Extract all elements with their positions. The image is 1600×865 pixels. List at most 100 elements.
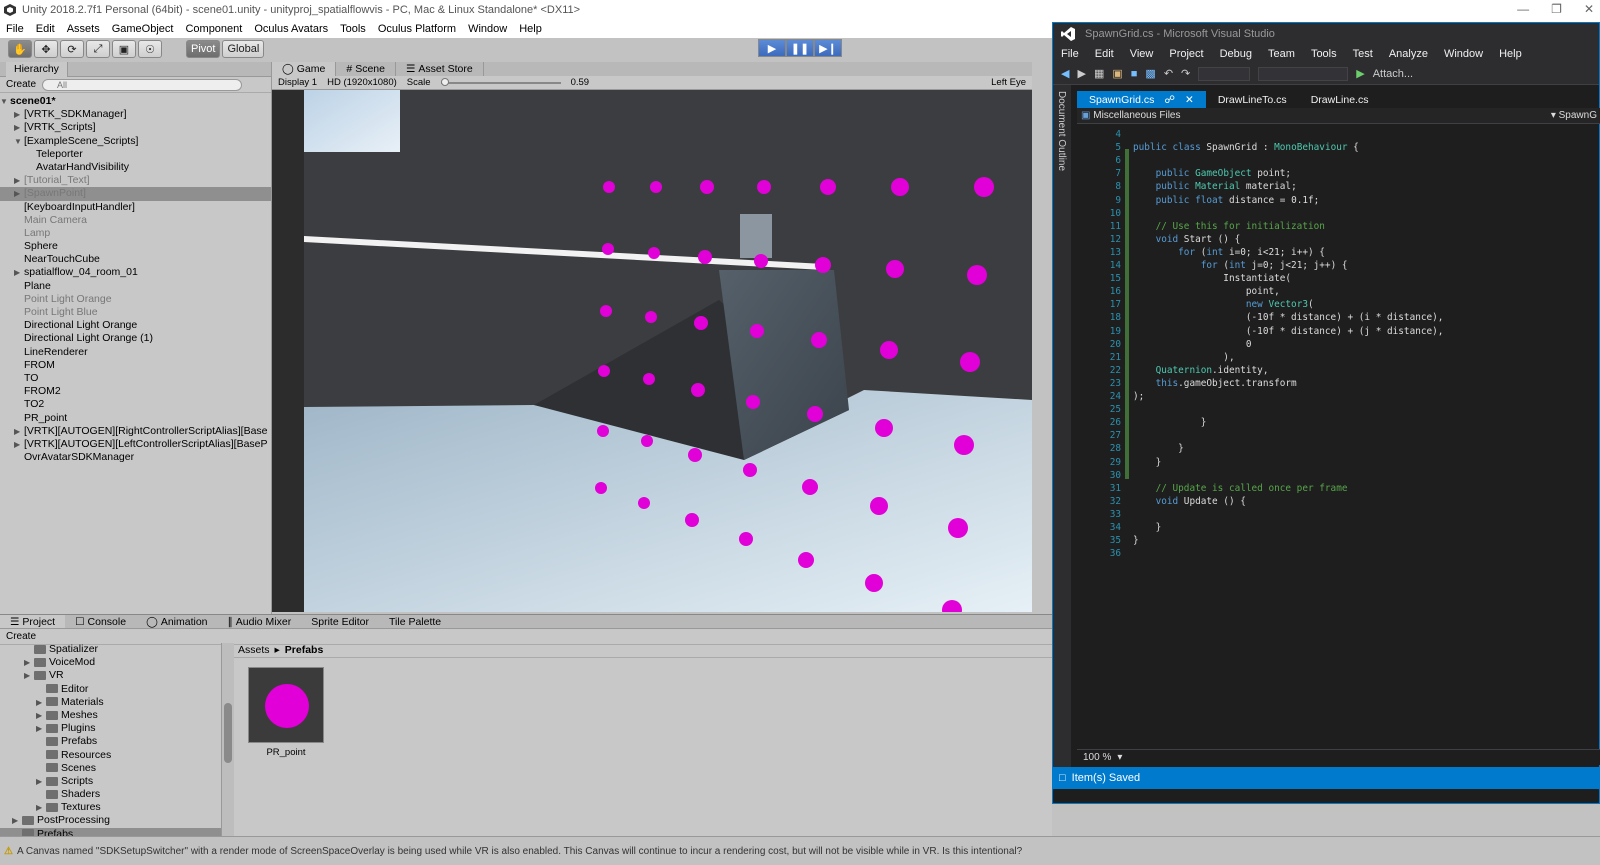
menu-window[interactable]: Window (468, 23, 507, 35)
hierarchy-item[interactable]: Lamp (0, 227, 271, 240)
tab-drawlineto[interactable]: DrawLineTo.cs (1206, 91, 1299, 108)
vs-menu-file[interactable]: File (1061, 48, 1079, 60)
folder-scroll-thumb[interactable] (224, 703, 232, 763)
folder-item[interactable]: Scenes (0, 762, 221, 775)
start-icon[interactable]: ▶ (1356, 67, 1364, 80)
hierarchy-item[interactable]: OvrAvatarSDKManager (0, 451, 271, 464)
tab-hierarchy[interactable]: Hierarchy (6, 61, 68, 77)
hand-tool-button[interactable]: ✋ (8, 40, 32, 58)
tab-scene[interactable]: # Scene (336, 62, 396, 76)
pause-button[interactable]: ❚❚ (786, 39, 814, 57)
hierarchy-item[interactable]: Directional Light Orange (0, 319, 271, 332)
vs-menu-analyze[interactable]: Analyze (1389, 48, 1428, 60)
zoom-dropdown-icon[interactable]: ▾ (1117, 752, 1122, 763)
code-editor[interactable]: 4 5 public class SpawnGrid : MonoBehaviour… (1077, 125, 1600, 755)
hierarchy-item[interactable]: NearTouchCube (0, 253, 271, 266)
folder-item[interactable]: ▶ Scripts (0, 775, 221, 788)
menu-edit[interactable]: Edit (36, 23, 55, 35)
menu-tools[interactable]: Tools (340, 23, 366, 35)
breadcrumb-assets[interactable]: Assets (238, 644, 270, 656)
project-create-button[interactable]: Create (6, 631, 36, 642)
folder-item[interactable]: Resources (0, 749, 221, 762)
play-button[interactable]: ▶ (758, 39, 786, 57)
scene-root[interactable]: ▼ scene01* (0, 95, 271, 108)
step-button[interactable]: ▶❙ (814, 39, 842, 57)
hierarchy-item[interactable]: ▼ [ExampleScene_Scripts] (0, 135, 271, 148)
save-all-icon[interactable]: ▩ (1145, 67, 1155, 80)
tab-audio-mixer[interactable]: ∥ Audio Mixer (218, 615, 302, 628)
hierarchy-item[interactable]: ▶ [SpawnPoint] (0, 187, 271, 201)
zoom-select[interactable]: 100 % (1083, 752, 1111, 763)
scale-slider[interactable] (440, 77, 561, 86)
folder-item[interactable]: Editor (0, 683, 221, 696)
expand-arrow-icon[interactable]: ▶ (24, 669, 34, 682)
member-dropdown[interactable]: ▾ SpawnG (1551, 110, 1597, 121)
pivot-toggle[interactable]: Pivot (186, 40, 221, 58)
tab-sprite-editor[interactable]: Sprite Editor (301, 615, 379, 628)
scale-slider-knob[interactable] (440, 77, 449, 86)
resolution-select[interactable]: HD (1920x1080) (327, 77, 397, 88)
hierarchy-item[interactable]: TO (0, 372, 271, 385)
vs-menu-team[interactable]: Team (1268, 48, 1295, 60)
platform-dropdown[interactable] (1258, 66, 1349, 81)
tab-animation[interactable]: ◯ Animation (136, 615, 217, 628)
hierarchy-item[interactable]: TO2 (0, 398, 271, 411)
vs-menu-help[interactable]: Help (1499, 48, 1522, 60)
expand-arrow-icon[interactable]: ▶ (14, 174, 24, 187)
hierarchy-item[interactable]: LineRenderer (0, 346, 271, 359)
scale-tool-button[interactable]: ⤢ (86, 40, 110, 58)
document-outline-bar[interactable]: Document Outline (1053, 85, 1071, 785)
folder-scrollbar[interactable] (222, 643, 234, 837)
redo-icon[interactable]: ↷ (1181, 67, 1190, 80)
hierarchy-item[interactable]: Main Camera (0, 214, 271, 227)
configuration-dropdown[interactable] (1198, 66, 1251, 81)
folder-item[interactable]: ▶ Textures (0, 801, 221, 814)
hierarchy-item[interactable]: PR_point (0, 412, 271, 425)
save-icon[interactable]: ■ (1131, 68, 1138, 80)
menu-assets[interactable]: Assets (67, 23, 100, 35)
vs-menu-window[interactable]: Window (1444, 48, 1483, 60)
display-select[interactable]: Display 1 (278, 77, 317, 88)
hierarchy-item[interactable]: Point Light Blue (0, 306, 271, 319)
folder-item[interactable]: ▶ VoiceMod (0, 656, 221, 669)
expand-arrow-icon[interactable]: ▶ (14, 108, 24, 121)
folder-item[interactable]: Prefabs (0, 735, 221, 748)
minimize-icon[interactable]: — (1517, 2, 1529, 16)
eye-select[interactable]: Left Eye (991, 77, 1026, 88)
open-folder-icon[interactable]: ▣ (1112, 67, 1122, 80)
menu-component[interactable]: Component (185, 23, 242, 35)
move-tool-button[interactable]: ✥ (34, 40, 58, 58)
folder-item[interactable]: ▶ PostProcessing (0, 814, 221, 827)
forward-icon[interactable]: ▶ (1077, 67, 1085, 80)
expand-arrow-icon[interactable]: ▶ (14, 438, 24, 451)
hierarchy-item[interactable]: FROM (0, 359, 271, 372)
tab-console[interactable]: ☐ Console (65, 615, 136, 628)
hierarchy-create-button[interactable]: Create (6, 79, 36, 90)
hierarchy-item[interactable]: Sphere (0, 240, 271, 253)
new-project-icon[interactable]: ▦ (1094, 67, 1104, 80)
hierarchy-item[interactable]: ▶ spatialflow_04_room_01 (0, 266, 271, 279)
expand-arrow-icon[interactable]: ▶ (24, 656, 34, 669)
menu-oculus-avatars[interactable]: Oculus Avatars (254, 23, 328, 35)
vs-menu-edit[interactable]: Edit (1095, 48, 1114, 60)
menu-file[interactable]: File (6, 23, 24, 35)
expand-arrow-icon[interactable]: ▶ (36, 775, 46, 788)
tab-spawngrid[interactable]: SpawnGrid.cs ☍ ✕ (1077, 91, 1206, 108)
menu-oculus-platform[interactable]: Oculus Platform (378, 23, 456, 35)
menu-help[interactable]: Help (519, 23, 542, 35)
pin-icon[interactable]: ☍ (1164, 94, 1175, 106)
vs-menu-view[interactable]: View (1130, 48, 1154, 60)
hierarchy-item[interactable]: AvatarHandVisibility (0, 161, 271, 174)
expand-arrow-icon[interactable]: ▶ (36, 709, 46, 722)
hierarchy-item[interactable]: Point Light Orange (0, 293, 271, 306)
hierarchy-item[interactable]: Plane (0, 280, 271, 293)
expand-arrow-icon[interactable]: ▼ (0, 95, 10, 108)
tab-game[interactable]: ◯ Game (272, 62, 337, 76)
menu-gameobject[interactable]: GameObject (112, 23, 174, 35)
expand-arrow-icon[interactable]: ▶ (12, 814, 22, 827)
project-dropdown[interactable]: ▣ Miscellaneous Files (1081, 110, 1181, 121)
rotate-tool-button[interactable]: ⟳ (60, 40, 84, 58)
undo-icon[interactable]: ↶ (1164, 67, 1173, 80)
folder-item[interactable]: ▶ Plugins (0, 722, 221, 735)
back-icon[interactable]: ◀ (1061, 67, 1069, 80)
